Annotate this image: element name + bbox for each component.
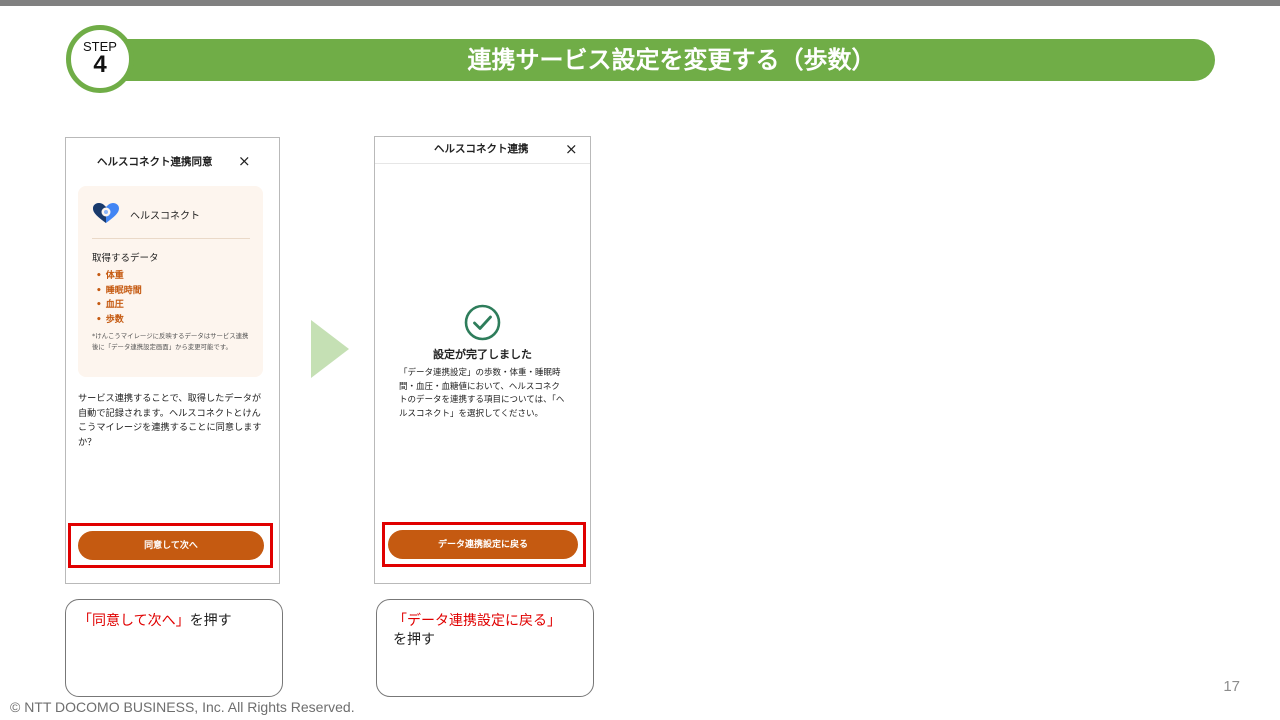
check-circle-icon bbox=[464, 304, 501, 341]
consent-description: サービス連携することで、取得したデータが自動で記録されます。ヘルスコネクトとけん… bbox=[78, 393, 262, 448]
data-item: 血圧 bbox=[96, 298, 142, 313]
service-name: ヘルスコネクト bbox=[130, 211, 200, 222]
highlight-frame bbox=[68, 523, 273, 568]
complete-screen: ヘルスコネクト連携 × 設定が完了しました 「データ連携設定」の歩数・体重・睡眠… bbox=[374, 136, 591, 584]
callout-text: を押す bbox=[393, 632, 435, 648]
data-item: 体重 bbox=[96, 269, 142, 284]
completion-title: 設定が完了しました bbox=[433, 348, 532, 361]
data-item: 睡眠時間 bbox=[96, 284, 142, 299]
consent-screen: ヘルスコネクト連携同意 × ヘルスコネクト 取得するデータ 体重 睡眠時間 血圧… bbox=[65, 137, 280, 584]
consent-screen-title: ヘルスコネクト連携同意 bbox=[97, 156, 213, 168]
instruction-callout: 「データ連携設定に戻る」 を押す bbox=[376, 599, 594, 697]
complete-screen-title: ヘルスコネクト連携 bbox=[434, 143, 529, 155]
data-item-list: 体重 睡眠時間 血圧 歩数 bbox=[96, 269, 142, 327]
step-title: 連携サービス設定を変更する（歩数） bbox=[467, 46, 876, 74]
callout-emphasis: 「同意して次へ」 bbox=[78, 613, 190, 629]
callout-emphasis: 「データ連携設定に戻る」 bbox=[393, 613, 561, 629]
highlight-frame bbox=[382, 522, 586, 567]
data-note: *けんこうマイレージに反映するデータはサービス連携後に「データ連携設定画面」から… bbox=[92, 332, 249, 351]
close-icon[interactable]: × bbox=[238, 154, 251, 169]
top-accent-bar bbox=[0, 0, 1280, 6]
page-number: 17 bbox=[1223, 678, 1240, 695]
step-banner: 連携サービス設定を変更する（歩数） bbox=[98, 39, 1215, 81]
data-info-card: ヘルスコネクト 取得するデータ 体重 睡眠時間 血圧 歩数 *けんこうマイレージ… bbox=[78, 186, 263, 377]
health-connect-logo-icon bbox=[93, 203, 119, 223]
data-heading: 取得するデータ bbox=[92, 253, 159, 264]
data-item: 歩数 bbox=[96, 313, 142, 328]
next-arrow bbox=[311, 320, 349, 378]
callout-text: を押す bbox=[189, 613, 232, 629]
completion-description: 「データ連携設定」の歩数・体重・睡眠時間・血圧・血糖値において、ヘルスコネクトの… bbox=[399, 368, 565, 419]
copyright: © NTT DOCOMO BUSINESS, Inc. All Rights R… bbox=[10, 699, 355, 715]
close-icon[interactable]: × bbox=[565, 142, 578, 157]
header-divider bbox=[375, 163, 590, 164]
step-number: 4 bbox=[93, 51, 107, 78]
instruction-callout: 「同意して次へ」を押す bbox=[65, 599, 283, 697]
card-divider bbox=[92, 238, 250, 239]
step-badge: STEP 4 bbox=[66, 25, 134, 93]
